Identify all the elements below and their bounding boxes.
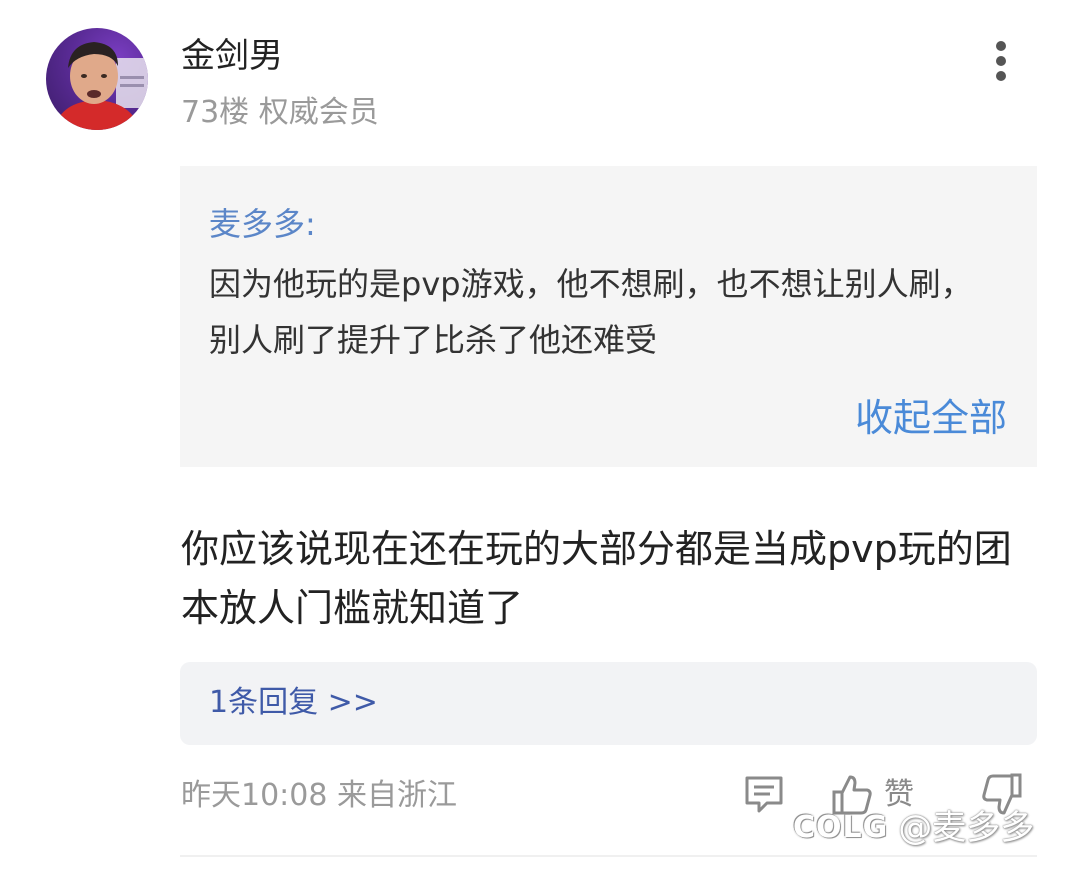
more-icon[interactable] bbox=[986, 38, 1016, 84]
avatar-image bbox=[54, 42, 148, 130]
watermark: COLG @麦多多 bbox=[793, 806, 1034, 850]
more-dot bbox=[996, 56, 1006, 66]
collapse-button[interactable]: 收起全部 bbox=[855, 394, 1007, 442]
username[interactable]: 金剑男 bbox=[181, 36, 283, 76]
floor-and-rank: 73楼 权威会员 bbox=[181, 95, 379, 130]
quote-author[interactable]: 麦多多: bbox=[209, 204, 316, 244]
post-content: 你应该说现在还在玩的大部分都是当成pvp玩的团本放人门槛就知道了 bbox=[181, 527, 1012, 630]
view-replies-link[interactable]: 1条回复 >> bbox=[209, 683, 378, 723]
more-dot bbox=[996, 71, 1006, 81]
quote-text: 因为他玩的是pvp游戏，他不想刷，也不想让别人刷，别人刷了提升了比杀了他还难受 bbox=[209, 265, 973, 359]
avatar[interactable] bbox=[46, 28, 148, 130]
post-time-location: 昨天10:08 来自浙江 bbox=[181, 778, 457, 813]
more-dot bbox=[996, 41, 1006, 51]
watermark-handle: @麦多多 bbox=[898, 808, 1035, 848]
comment-icon[interactable] bbox=[743, 773, 785, 815]
comment-post: 金剑男 73楼 权威会员 麦多多: 因为他玩的是pvp游戏，他不想刷，也不想让别… bbox=[0, 0, 1080, 871]
watermark-logo: COLG bbox=[793, 810, 889, 845]
divider bbox=[180, 855, 1037, 857]
quoted-reply: 麦多多: 因为他玩的是pvp游戏，他不想刷，也不想让别人刷，别人刷了提升了比杀了… bbox=[180, 166, 1037, 467]
replies-panel[interactable]: 1条回复 >> bbox=[180, 662, 1037, 745]
